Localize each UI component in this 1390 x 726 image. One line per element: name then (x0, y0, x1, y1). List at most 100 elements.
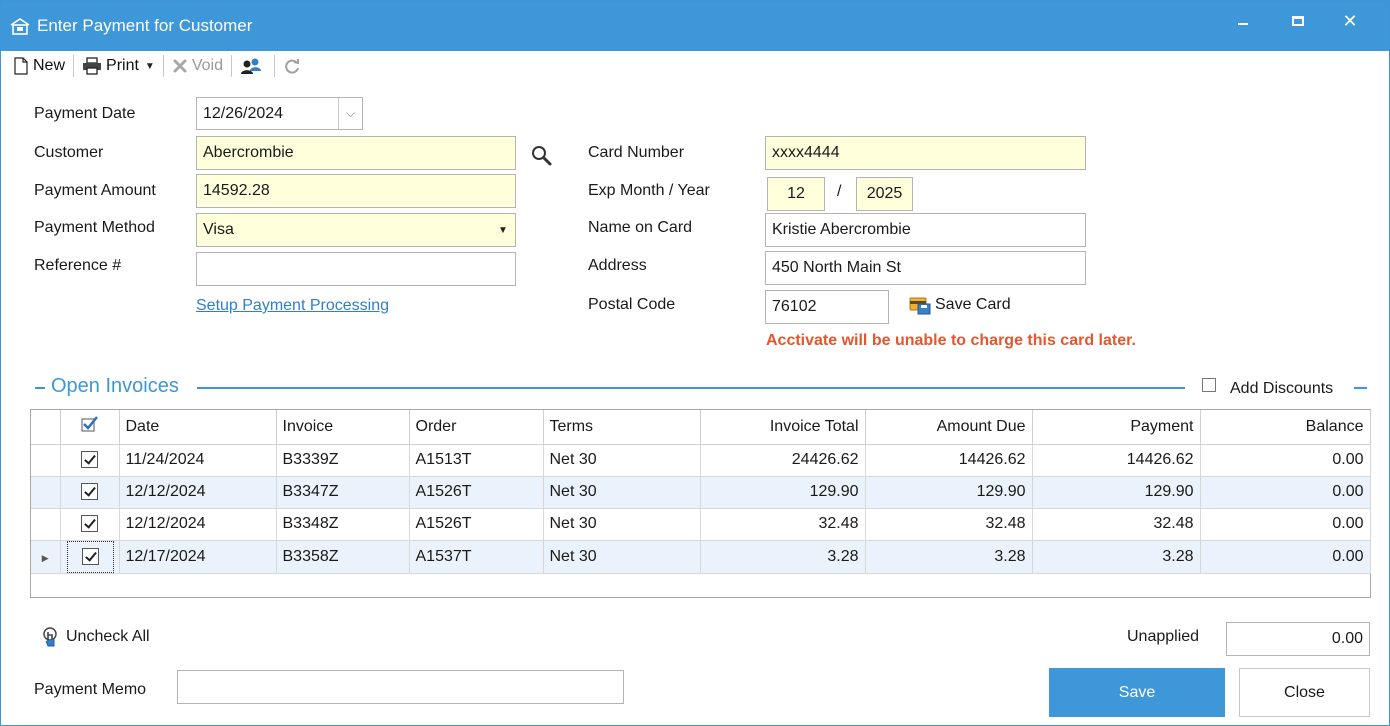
col-amount-due[interactable]: Amount Due (865, 410, 1033, 445)
address-field[interactable]: 450 North Main St (765, 251, 1086, 285)
customer-label: Customer (34, 144, 104, 161)
current-row-arrow-icon: ▶ (41, 552, 49, 563)
table-row[interactable]: 12/12/2024 B3348Z A1526T Net 30 32.48 32… (31, 508, 1371, 541)
chevron-down-icon[interactable]: ⌵ (338, 98, 362, 129)
checked-icon (81, 483, 98, 501)
cell-amount-due: 3.28 (865, 540, 1033, 574)
row-indicator-header (31, 410, 61, 445)
cell-balance: 0.00 (1200, 508, 1371, 541)
col-payment[interactable]: Payment (1032, 410, 1201, 445)
address-value: 450 North Main St (772, 259, 901, 276)
card-number-field[interactable]: xxxx4444 (765, 136, 1086, 170)
cell-payment[interactable]: 129.90 (1032, 476, 1201, 509)
name-on-card-value: Kristie Abercrombie (772, 221, 911, 238)
cell-amount-due: 129.90 (865, 476, 1033, 509)
row-checkbox[interactable] (60, 540, 120, 574)
save-card-label: Save Card (935, 296, 1011, 313)
dropdown-arrow-icon[interactable]: ▼ (491, 214, 515, 246)
unapplied-value: 0.00 (1331, 630, 1363, 647)
unapplied-label: Unapplied (1127, 628, 1200, 645)
checked-icon (81, 451, 98, 469)
printer-icon (83, 57, 102, 75)
maximize-button[interactable] (1271, 1, 1325, 41)
select-all-header[interactable] (60, 410, 120, 445)
row-indicator (31, 476, 61, 509)
save-card-button[interactable]: Save Card (909, 295, 1011, 315)
table-row[interactable]: ▶ 12/17/2024 B3358Z A1537T Net 30 3.28 3… (31, 540, 1371, 574)
row-checkbox[interactable] (60, 508, 120, 541)
print-dropdown-icon[interactable]: ▼ (145, 61, 155, 72)
uncheck-all-button[interactable]: Uncheck All (39, 626, 150, 648)
close-button[interactable]: Close (1239, 668, 1370, 717)
void-button[interactable]: Void (168, 54, 227, 78)
exp-month-field[interactable]: 12 (767, 177, 825, 211)
col-invoice[interactable]: Invoice (276, 410, 410, 445)
payment-memo-field[interactable] (177, 670, 624, 704)
row-indicator (31, 508, 61, 541)
cell-order: A1526T (409, 508, 544, 541)
exp-separator: / (837, 183, 842, 200)
payment-memo-label: Payment Memo (34, 681, 147, 698)
payment-method-select[interactable]: Visa ▼ (196, 213, 516, 247)
open-invoices-title: Open Invoices (51, 375, 179, 397)
payment-amount-field[interactable]: 14592.28 (196, 174, 516, 208)
cell-order: A1513T (409, 444, 544, 477)
col-terms[interactable]: Terms (543, 410, 701, 445)
col-order[interactable]: Order (409, 410, 544, 445)
grid-header-row: Date Invoice Order Terms Invoice Total A… (31, 410, 1371, 445)
table-row[interactable]: 11/24/2024 B3339Z A1513T Net 30 24426.62… (31, 444, 1371, 477)
new-button[interactable]: New (9, 54, 69, 78)
table-row[interactable]: 12/12/2024 B3347Z A1526T Net 30 129.90 1… (31, 476, 1371, 509)
title-bar[interactable]: Enter Payment for Customer ✕ (1, 1, 1389, 51)
payment-method-label: Payment Method (34, 219, 155, 236)
cell-terms: Net 30 (543, 476, 701, 509)
search-icon[interactable] (530, 144, 554, 168)
name-on-card-field[interactable]: Kristie Abercrombie (765, 213, 1086, 247)
toolbar-separator (73, 55, 75, 77)
cell-balance: 0.00 (1200, 444, 1371, 477)
void-icon (173, 59, 187, 73)
cell-invoice: B3339Z (276, 444, 410, 477)
cell-balance: 0.00 (1200, 476, 1371, 509)
col-date[interactable]: Date (119, 410, 277, 445)
cell-invoice: B3358Z (276, 540, 410, 574)
cell-invoice: B3347Z (276, 476, 410, 509)
row-checkbox[interactable] (60, 444, 120, 477)
add-discounts-checkbox[interactable] (1202, 378, 1216, 392)
exp-year-field[interactable]: 2025 (856, 177, 913, 211)
close-window-button[interactable]: ✕ (1323, 1, 1377, 41)
cell-order: A1526T (409, 476, 544, 509)
cell-terms: Net 30 (543, 508, 701, 541)
cell-payment[interactable]: 32.48 (1032, 508, 1201, 541)
customer-field[interactable]: Abercrombie (196, 136, 516, 170)
cell-date: 12/17/2024 (119, 540, 277, 574)
col-balance[interactable]: Balance (1200, 410, 1371, 445)
save-card-icon (909, 297, 931, 315)
cell-date: 12/12/2024 (119, 508, 277, 541)
customer-contacts-button[interactable] (236, 54, 270, 78)
toolbar-separator (230, 55, 232, 77)
minimize-button[interactable] (1216, 1, 1270, 41)
payment-date-picker[interactable]: 12/26/2024 ⌵ (196, 97, 363, 130)
setup-payment-processing-link[interactable]: Setup Payment Processing (196, 297, 389, 315)
new-document-icon (14, 57, 28, 75)
toolbar: New Print ▼ Void (9, 53, 309, 79)
cell-payment[interactable]: 3.28 (1032, 540, 1201, 574)
postal-code-field[interactable]: 76102 (765, 290, 889, 324)
toolbar-separator (273, 55, 275, 77)
toolbar-separator (162, 55, 164, 77)
refresh-button[interactable] (279, 54, 309, 78)
reference-field[interactable] (196, 252, 516, 286)
minimize-icon (1238, 23, 1248, 25)
row-checkbox[interactable] (60, 476, 120, 509)
col-invoice-total[interactable]: Invoice Total (700, 410, 866, 445)
print-button[interactable]: Print ▼ (78, 54, 159, 78)
section-divider (1354, 387, 1367, 389)
card-number-value: xxxx4444 (772, 144, 840, 161)
payment-window-icon (10, 18, 30, 35)
section-divider (197, 387, 1185, 389)
save-button[interactable]: Save (1049, 668, 1225, 717)
cell-payment[interactable]: 14426.62 (1032, 444, 1201, 477)
address-label: Address (588, 257, 647, 274)
payment-method-value: Visa (203, 221, 234, 238)
